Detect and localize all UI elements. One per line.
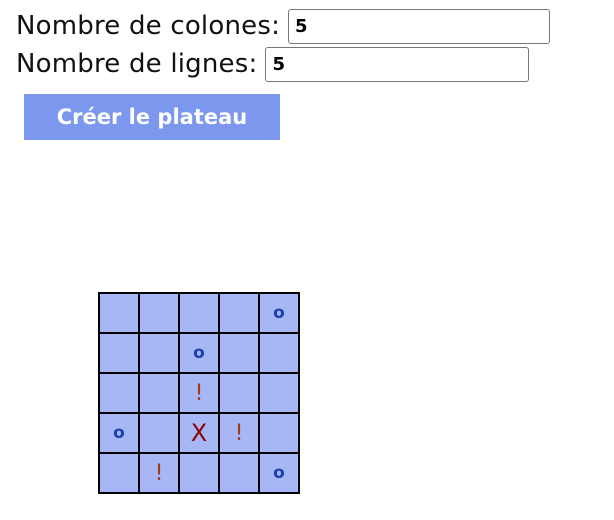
board-cell[interactable] [260, 414, 298, 452]
game-board: o o! o X!! o [98, 292, 300, 494]
board-cell[interactable]: o [260, 294, 298, 332]
board-cell[interactable] [140, 414, 178, 452]
board-cell[interactable] [140, 374, 178, 412]
rows-label: Nombre de lignes: [16, 49, 258, 79]
board-cell[interactable]: ! [180, 374, 218, 412]
board-cell[interactable] [220, 294, 258, 332]
board-cell[interactable] [220, 374, 258, 412]
board-cell[interactable] [220, 334, 258, 372]
board-cell[interactable] [180, 454, 218, 492]
create-board-button[interactable]: Créer le plateau [24, 94, 280, 140]
board-cell[interactable]: ! [140, 454, 178, 492]
board-cell[interactable] [100, 334, 138, 372]
board-cell[interactable]: o [180, 334, 218, 372]
columns-label: Nombre de colones: [16, 11, 281, 41]
board-cell[interactable] [140, 334, 178, 372]
board-cell[interactable] [100, 374, 138, 412]
board-cell[interactable]: ! [220, 414, 258, 452]
columns-input[interactable] [288, 8, 551, 44]
columns-row: Nombre de colones: [16, 8, 551, 44]
board-cell[interactable]: X [180, 414, 218, 452]
board-cell[interactable] [260, 334, 298, 372]
board-cell[interactable]: o [260, 454, 298, 492]
board-cell[interactable] [180, 294, 218, 332]
board-cell[interactable] [260, 374, 298, 412]
board-cell[interactable] [140, 294, 178, 332]
board-cell[interactable] [220, 454, 258, 492]
board-cell[interactable]: o [100, 414, 138, 452]
board-cell[interactable] [100, 454, 138, 492]
board-cell[interactable] [100, 294, 138, 332]
rows-input[interactable] [265, 46, 530, 82]
rows-row: Nombre de lignes: [16, 46, 530, 82]
